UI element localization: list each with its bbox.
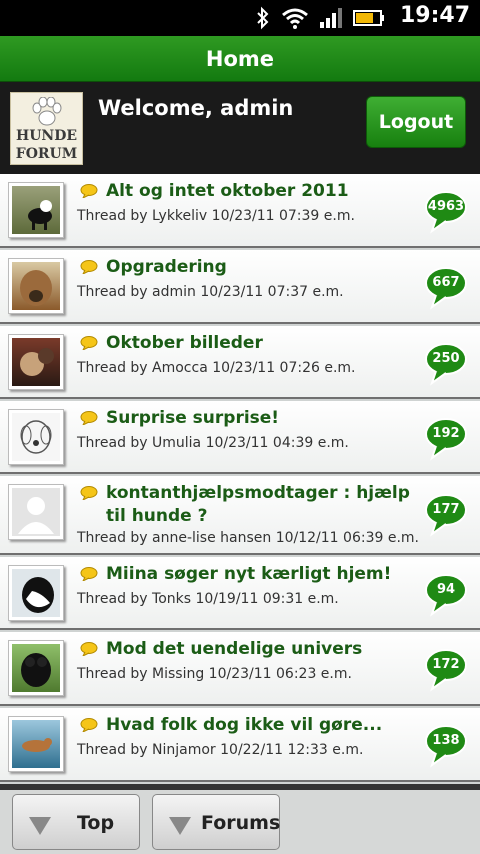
thread-meta: Thread by Lykkeliv 10/23/11 07:39 e.m. xyxy=(77,208,355,224)
speech-bubble-icon xyxy=(80,184,98,198)
triangle-down-icon xyxy=(29,817,51,835)
thread-title[interactable]: kontanthjælpsmodtager : hjælp til hunde … xyxy=(106,482,416,528)
thread-row[interactable]: kontanthjælpsmodtager : hjælp til hunde … xyxy=(0,476,480,555)
avatar xyxy=(8,258,64,314)
thread-row[interactable]: Oktober billeder Thread by Amocca 10/23/… xyxy=(0,326,480,399)
reply-count: 667 xyxy=(432,275,460,290)
logo-text-line1: HUNDE xyxy=(15,128,78,144)
thread-row[interactable]: Surprise surprise! Thread by Umulia 10/2… xyxy=(0,401,480,474)
forums-button-label: Forums xyxy=(201,812,281,834)
bluetooth-icon xyxy=(257,6,269,30)
avatar xyxy=(8,334,64,390)
thread-meta: Thread by admin 10/23/11 07:37 e.m. xyxy=(77,284,344,300)
top-button-label: Top xyxy=(77,812,115,834)
bottom-nav: Top Forums xyxy=(0,790,480,854)
logo-text-line2: FORUM xyxy=(15,146,78,162)
thread-meta: Thread by Amocca 10/23/11 07:26 e.m. xyxy=(77,360,356,376)
reply-count: 94 xyxy=(436,582,456,597)
thread-title[interactable]: Hvad folk dog ikke vil gøre... xyxy=(106,714,416,737)
reply-count: 4963 xyxy=(427,199,465,214)
reply-count: 172 xyxy=(432,657,460,672)
thread-row[interactable]: Opgradering Thread by admin 10/23/11 07:… xyxy=(0,250,480,324)
thread-title[interactable]: Surprise surprise! xyxy=(106,407,416,430)
top-button[interactable]: Top xyxy=(12,794,140,850)
reply-count: 138 xyxy=(432,733,460,748)
reply-count-badge: 4963 xyxy=(424,191,468,235)
thread-row[interactable]: Miina søger nyt kærligt hjem! Thread by … xyxy=(0,557,480,630)
speech-bubble-icon xyxy=(80,260,98,274)
thread-title[interactable]: Oktober billeder xyxy=(106,332,416,355)
speech-bubble-icon xyxy=(80,336,98,350)
speech-bubble-icon xyxy=(80,486,98,500)
forum-logo: HUNDE FORUM xyxy=(10,92,83,165)
thread-row[interactable]: Alt og intet oktober 2011 Thread by Lykk… xyxy=(0,174,480,248)
signal-icon xyxy=(320,8,342,28)
avatar xyxy=(8,565,64,621)
reply-count-badge: 177 xyxy=(424,494,468,538)
thread-title[interactable]: Miina søger nyt kærligt hjem! xyxy=(106,563,416,586)
speech-bubble-icon xyxy=(80,567,98,581)
thread-meta: Thread by Ninjamor 10/22/11 12:33 e.m. xyxy=(77,742,364,758)
reply-count-badge: 667 xyxy=(424,267,468,311)
status-bar: 19:47 xyxy=(0,0,480,36)
forums-button[interactable]: Forums xyxy=(152,794,280,850)
thread-meta: Thread by anne-lise hansen 10/12/11 06:3… xyxy=(77,530,419,546)
speech-bubble-icon xyxy=(80,642,98,656)
reply-count-badge: 172 xyxy=(424,649,468,693)
default-avatar-icon xyxy=(18,497,54,534)
reply-count-badge: 138 xyxy=(424,725,468,769)
thread-list: Alt og intet oktober 2011 Thread by Lykk… xyxy=(0,174,480,784)
thread-meta: Thread by Tonks 10/19/11 09:31 e.m. xyxy=(77,591,339,607)
thread-row[interactable]: Hvad folk dog ikke vil gøre... Thread by… xyxy=(0,708,480,782)
reply-count-badge: 192 xyxy=(424,418,468,462)
thread-meta: Thread by Missing 10/23/11 06:23 e.m. xyxy=(77,666,352,682)
welcome-text: Welcome, admin xyxy=(98,96,294,120)
paw-icon xyxy=(32,97,62,126)
speech-bubble-icon xyxy=(80,718,98,732)
status-icons xyxy=(255,5,385,31)
triangle-down-icon xyxy=(169,817,191,835)
reply-count: 177 xyxy=(432,502,460,517)
thread-title[interactable]: Alt og intet oktober 2011 xyxy=(106,180,416,203)
speech-bubble-icon xyxy=(80,411,98,425)
status-time: 19:47 xyxy=(399,3,470,28)
thread-meta: Thread by Umulia 10/23/11 04:39 e.m. xyxy=(77,435,349,451)
battery-icon xyxy=(353,10,384,26)
reply-count-badge: 250 xyxy=(424,343,468,387)
page-title: Home xyxy=(0,36,480,82)
avatar xyxy=(8,716,64,772)
wifi-icon xyxy=(282,8,308,29)
reply-count-badge: 94 xyxy=(424,574,468,618)
thread-row[interactable]: Mod det uendelige univers Thread by Miss… xyxy=(0,632,480,706)
reply-count: 192 xyxy=(432,426,460,441)
avatar xyxy=(8,640,64,696)
avatar xyxy=(8,182,64,238)
thread-title[interactable]: Mod det uendelige univers xyxy=(106,638,416,661)
thread-title[interactable]: Opgradering xyxy=(106,256,416,279)
logout-button[interactable]: Logout xyxy=(366,96,466,148)
reply-count: 250 xyxy=(432,351,460,366)
avatar xyxy=(8,484,64,540)
avatar xyxy=(8,409,64,465)
